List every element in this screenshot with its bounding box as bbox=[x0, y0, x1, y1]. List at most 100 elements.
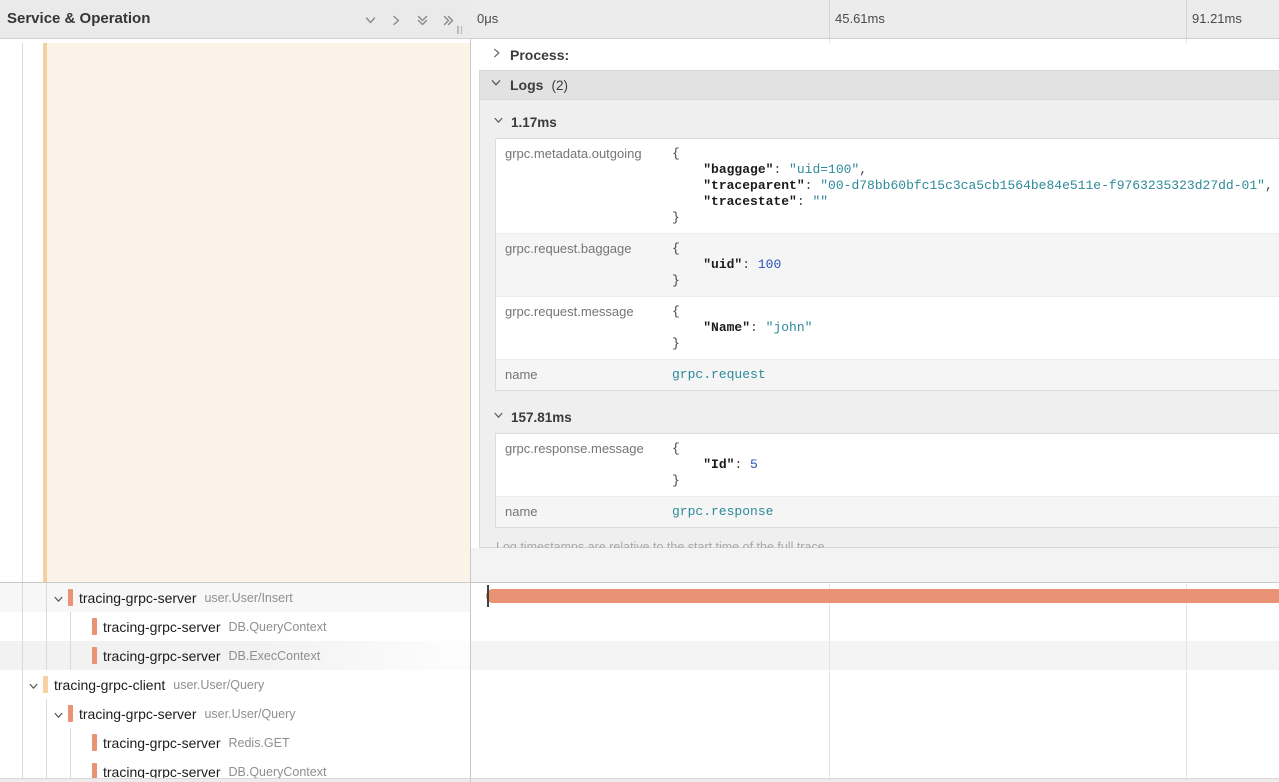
logs-count: (2) bbox=[551, 78, 568, 93]
span-name-cell[interactable]: tracing-grpc-serverRedis.GET bbox=[0, 728, 470, 757]
timeline-body: Process: Logs (2) 1.17ms grpc.metadata.ou… bbox=[0, 39, 1279, 782]
span-rows: tracing-grpc-serveruser.User/Inserttraci… bbox=[0, 583, 1279, 782]
chevron-right-icon bbox=[491, 46, 503, 64]
chevron-down-icon[interactable] bbox=[28, 679, 39, 697]
indent-guide[interactable] bbox=[70, 641, 71, 670]
service-name: tracing-grpc-server bbox=[79, 590, 196, 606]
span-bar[interactable] bbox=[486, 589, 1279, 603]
logs-accordion: Logs (2) 1.17msgrpc.metadata.outgoing{ "… bbox=[479, 70, 1279, 548]
span-name-cell[interactable]: tracing-grpc-client user.User/Query bbox=[0, 670, 470, 699]
indent-guide[interactable] bbox=[22, 699, 23, 728]
kv-value: grpc.request bbox=[664, 360, 1279, 390]
span-row[interactable]: tracing-grpc-serverDB.QueryContext bbox=[0, 612, 1279, 641]
operation-name: user.User/Query bbox=[173, 678, 264, 692]
column-divider[interactable] bbox=[470, 39, 471, 782]
span-name-cell[interactable]: tracing-grpc-server DB.ExecContext bbox=[0, 641, 470, 670]
log-entry-header[interactable]: 1.17ms bbox=[480, 108, 1279, 136]
ruler-tick-line bbox=[1186, 0, 1187, 38]
double-chevron-down-icon[interactable] bbox=[414, 12, 431, 29]
indent-guide[interactable] bbox=[70, 728, 71, 757]
kv-value: { "baggage": "uid=100", "traceparent": "… bbox=[664, 139, 1279, 233]
chevron-down-icon bbox=[493, 113, 504, 131]
chevron-down-icon bbox=[493, 408, 504, 426]
span-timeline-cell[interactable] bbox=[471, 728, 1279, 757]
indent-guide[interactable] bbox=[46, 728, 47, 757]
indent-guide[interactable] bbox=[70, 612, 71, 641]
double-chevron-right-icon[interactable] bbox=[440, 12, 457, 29]
timeline-ruler: 0μs45.61ms91.21ms bbox=[471, 0, 1279, 38]
column-resizer-handle[interactable] bbox=[457, 26, 462, 34]
indent-guide[interactable] bbox=[46, 583, 47, 612]
log-entry-header[interactable]: 157.81ms bbox=[480, 403, 1279, 431]
kv-key: grpc.metadata.outgoing bbox=[496, 139, 664, 233]
span-timeline-cell[interactable] bbox=[471, 670, 1279, 699]
indent-guide[interactable] bbox=[22, 728, 23, 757]
service-name: tracing-grpc-server bbox=[103, 735, 220, 751]
kv-row: grpc.request.message{ "Name": "john"} bbox=[496, 296, 1279, 359]
span-name-cell[interactable]: tracing-grpc-serveruser.User/Query bbox=[0, 699, 470, 728]
span-row[interactable]: tracing-grpc-serveruser.User/Insert bbox=[0, 583, 1279, 612]
indent-guide[interactable] bbox=[22, 612, 23, 641]
kv-value: { "Id": 5} bbox=[664, 434, 1279, 496]
span-row[interactable]: tracing-grpc-serveruser.User/Query bbox=[0, 699, 1279, 728]
chevron-down-icon[interactable] bbox=[362, 12, 379, 29]
kv-value: grpc.response bbox=[664, 497, 1279, 527]
timeline-gridline bbox=[1186, 728, 1187, 757]
process-accordion-header[interactable]: Process: bbox=[491, 46, 569, 64]
indent-guide[interactable] bbox=[46, 699, 47, 728]
timeline-gridline bbox=[829, 699, 830, 728]
kv-value: { "uid": 100} bbox=[664, 234, 1279, 296]
logs-content: 1.17ms grpc.metadata.outgoing{ "baggage":… bbox=[480, 100, 1279, 549]
operation-name: DB.ExecContext bbox=[228, 649, 320, 663]
timeline-gridline bbox=[829, 641, 830, 670]
chevron-right-icon[interactable] bbox=[388, 12, 405, 29]
kv-key: grpc.response.message bbox=[496, 434, 664, 496]
span-timeline-cell[interactable] bbox=[471, 583, 1279, 612]
logs-accordion-header[interactable]: Logs (2) bbox=[480, 71, 1279, 100]
log-timestamp: 1.17ms bbox=[511, 115, 557, 130]
indent-guide[interactable] bbox=[46, 641, 47, 670]
indent-guide[interactable] bbox=[22, 670, 23, 699]
kv-row: grpc.metadata.outgoing{ "baggage": "uid=… bbox=[496, 139, 1279, 233]
chevron-down-icon[interactable] bbox=[53, 708, 64, 726]
span-color-swatch bbox=[92, 618, 97, 635]
indent-guide[interactable] bbox=[22, 583, 23, 612]
span-detail-panel: Process: Logs (2) 1.17ms grpc.metadata.ou… bbox=[471, 43, 1279, 582]
span-timeline-cell[interactable] bbox=[471, 612, 1279, 641]
process-label: Process: bbox=[510, 47, 569, 63]
span-detail-accent-bar bbox=[43, 43, 47, 582]
span-color-swatch bbox=[92, 647, 97, 664]
timeline-gridline bbox=[1186, 699, 1187, 728]
indent-guide[interactable] bbox=[46, 612, 47, 641]
kv-row: namegrpc.request bbox=[496, 359, 1279, 390]
span-row[interactable]: tracing-grpc-server DB.ExecContext bbox=[0, 641, 1279, 670]
span-name-cell[interactable]: tracing-grpc-serverDB.QueryContext bbox=[0, 612, 470, 641]
span-timeline-cell[interactable] bbox=[471, 641, 1279, 670]
log-timestamp: 157.81ms bbox=[511, 410, 572, 425]
chevron-down-icon bbox=[490, 76, 502, 94]
detail-bottom-strip bbox=[471, 548, 1279, 582]
chevron-down-icon[interactable] bbox=[53, 592, 64, 610]
span-row[interactable]: tracing-grpc-client user.User/Query bbox=[0, 670, 1279, 699]
service-name: tracing-grpc-client bbox=[54, 677, 165, 693]
span-name-cell[interactable]: tracing-grpc-serveruser.User/Insert bbox=[0, 583, 470, 612]
timeline-gridline bbox=[829, 612, 830, 641]
service-operation-column-header: Service & Operation bbox=[0, 0, 471, 38]
kv-key: name bbox=[496, 497, 664, 527]
kv-row: namegrpc.response bbox=[496, 496, 1279, 527]
span-start-tick bbox=[487, 585, 489, 607]
timeline-gridline bbox=[1186, 641, 1187, 670]
service-name: tracing-grpc-server bbox=[103, 648, 220, 664]
timeline-gridline bbox=[829, 728, 830, 757]
kv-key: grpc.request.message bbox=[496, 297, 664, 359]
bottom-scroll-strip bbox=[0, 778, 1279, 782]
span-timeline-cell[interactable] bbox=[471, 699, 1279, 728]
kv-key: grpc.request.baggage bbox=[496, 234, 664, 296]
ruler-tick-label: 91.21ms bbox=[1192, 0, 1242, 38]
key-values-table: grpc.metadata.outgoing{ "baggage": "uid=… bbox=[495, 138, 1279, 391]
ruler-tick-label: 0μs bbox=[477, 0, 498, 38]
indent-guide[interactable] bbox=[22, 43, 23, 582]
service-name: tracing-grpc-server bbox=[103, 619, 220, 635]
span-row[interactable]: tracing-grpc-serverRedis.GET bbox=[0, 728, 1279, 757]
indent-guide[interactable] bbox=[22, 641, 23, 670]
